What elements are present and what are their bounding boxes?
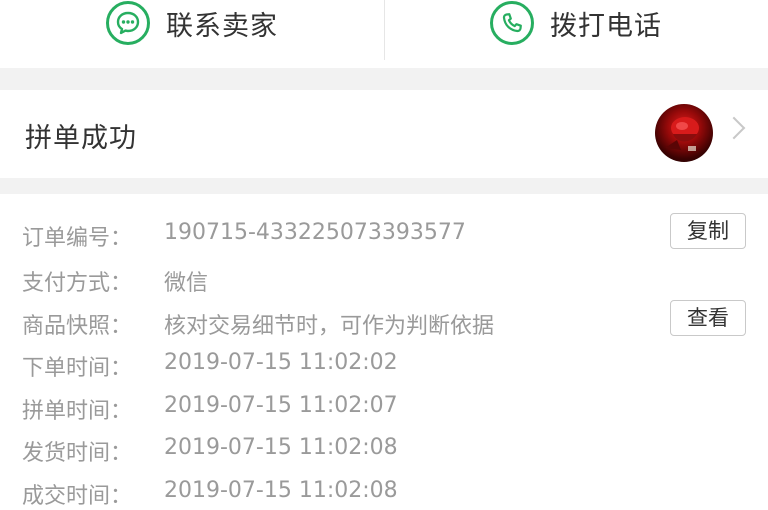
group-time-value: 2019-07-15 11:02:07 bbox=[164, 393, 398, 418]
snapshot-value: 核对交易细节时，可作为判断依据 bbox=[164, 314, 495, 339]
ship-time-row: 发货时间： 2019-07-15 11:02:08 bbox=[0, 435, 768, 466]
ship-time-value: 2019-07-15 11:02:08 bbox=[164, 435, 398, 460]
order-time-value: 2019-07-15 11:02:02 bbox=[164, 350, 398, 375]
call-label: 拨打电话 bbox=[550, 10, 662, 42]
ship-time-key: 发货时间： bbox=[22, 441, 133, 466]
contact-seller-label: 联系卖家 bbox=[166, 10, 278, 42]
contact-seller-button[interactable]: 联系卖家 bbox=[0, 0, 384, 68]
chevron-right-icon bbox=[722, 116, 746, 140]
deal-time-row: 成交时间： 2019-07-15 11:02:08 bbox=[0, 478, 768, 509]
payment-value: 微信 bbox=[164, 271, 209, 296]
snapshot-row: 商品快照： 核对交易细节时，可作为判断依据 查看 bbox=[0, 300, 768, 339]
group-status-label: 拼单成功 bbox=[25, 123, 137, 154]
call-button[interactable]: 拨打电话 bbox=[384, 0, 768, 68]
phone-icon bbox=[490, 1, 534, 45]
order-number-value: 190715-433225073393577 bbox=[164, 220, 466, 245]
deal-time-key: 成交时间： bbox=[22, 484, 133, 509]
order-details: 订单编号： 190715-433225073393577 复制 支付方式： 微信… bbox=[0, 194, 768, 510]
order-detail-page: 联系卖家 拨打电话 拼单成功 订单编号： 190715-433225073393… bbox=[0, 0, 768, 510]
group-status-row[interactable]: 拼单成功 bbox=[0, 90, 768, 178]
action-bar: 联系卖家 拨打电话 bbox=[0, 0, 768, 68]
avatar bbox=[655, 104, 713, 162]
order-number-key: 订单编号： bbox=[22, 226, 133, 251]
view-snapshot-button[interactable]: 查看 bbox=[670, 300, 746, 336]
payment-key: 支付方式： bbox=[22, 271, 133, 296]
order-number-row: 订单编号： 190715-433225073393577 复制 bbox=[0, 213, 768, 251]
snapshot-key: 商品快照： bbox=[22, 314, 133, 339]
group-time-row: 拼单时间： 2019-07-15 11:02:07 bbox=[0, 393, 768, 424]
order-time-row: 下单时间： 2019-07-15 11:02:02 bbox=[0, 350, 768, 381]
copy-button[interactable]: 复制 bbox=[670, 213, 746, 249]
deal-time-value: 2019-07-15 11:02:08 bbox=[164, 478, 398, 503]
order-time-key: 下单时间： bbox=[22, 356, 133, 381]
payment-row: 支付方式： 微信 bbox=[0, 265, 768, 296]
group-time-key: 拼单时间： bbox=[22, 399, 133, 424]
chat-bubble-icon bbox=[106, 1, 150, 45]
action-divider bbox=[384, 0, 385, 60]
